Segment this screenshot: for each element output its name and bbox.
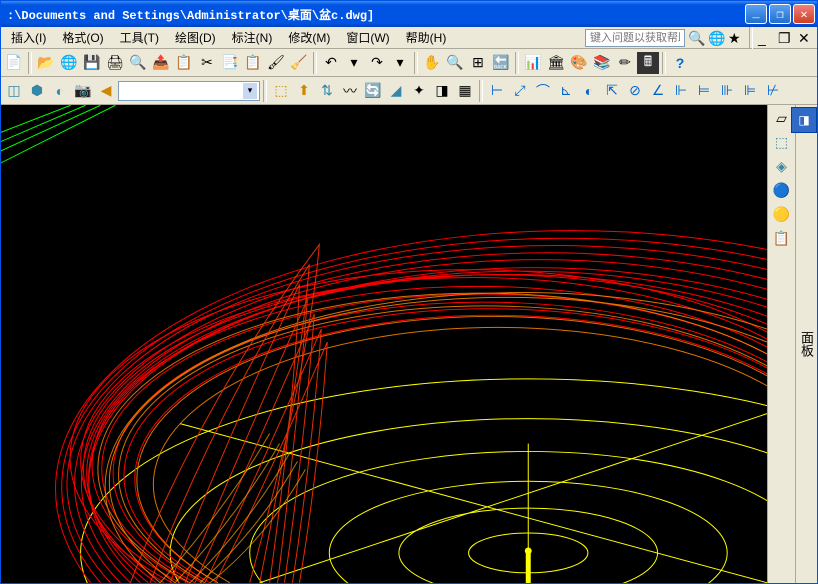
help-search-area: 🔍 🌐 ★ _ ❐ ✕ — [585, 27, 815, 49]
print-icon[interactable]: 🖨 — [104, 52, 126, 74]
dim-linear-icon[interactable]: ⊢ — [486, 80, 508, 102]
save-icon[interactable]: 💾 — [81, 52, 103, 74]
dim-aligned-icon[interactable]: ⤢ — [509, 80, 531, 102]
visual-styles-toolbar: ▱ ⬚ ◈ 🔵 🟡 📋 — [767, 105, 795, 583]
sheet-set-icon[interactable]: 📚 — [591, 52, 613, 74]
help-search-input[interactable] — [585, 29, 685, 47]
cut-icon[interactable]: ✂ — [196, 52, 218, 74]
dim-jogged-icon[interactable]: ⇱ — [601, 80, 623, 102]
dim-space-icon[interactable]: ⊫ — [739, 80, 761, 102]
window-buttons: _ ❐ ✕ — [745, 4, 815, 24]
polysolid-icon[interactable]: ⬢ — [26, 80, 48, 102]
drawing-svg — [1, 105, 767, 583]
3d-extrude-icon[interactable]: ⬆ — [293, 80, 315, 102]
publish-icon[interactable]: 📤 — [150, 52, 172, 74]
comm-center-icon[interactable]: 🌐 — [707, 29, 725, 47]
menu-modify[interactable]: 修改(M) — [280, 27, 338, 48]
open-icon[interactable]: 📂 — [35, 52, 57, 74]
undo-list-icon[interactable]: ▾ — [343, 52, 365, 74]
panel-label: 面板 — [797, 331, 816, 357]
markup-icon[interactable]: ✏ — [614, 52, 636, 74]
dashboard-toggle-icon[interactable]: ◨ — [791, 107, 817, 133]
preview-icon[interactable]: 🔍 — [127, 52, 149, 74]
sphere3d-icon[interactable]: ◐ — [49, 80, 71, 102]
3d-sweep-icon[interactable]: 〰 — [339, 80, 361, 102]
toolbar-standard: 📄 📂 🌐 💾 🖨 🔍 📤 📋 ✂ 📑 📋 🖌 🧹 ↶ ▾ ↷ ▾ ✋ 🔍 ⊞ … — [1, 49, 817, 77]
paste-icon[interactable]: 📋 — [242, 52, 264, 74]
inner-min-icon[interactable]: _ — [757, 29, 775, 47]
pan-icon[interactable]: ✋ — [421, 52, 443, 74]
flatshot-icon[interactable]: ▦ — [454, 80, 476, 102]
3d-loft-icon[interactable]: ◢ — [385, 80, 407, 102]
tool-palette-icon[interactable]: 🎨 — [568, 52, 590, 74]
dim-continue-icon[interactable]: ⊪ — [716, 80, 738, 102]
close-button[interactable]: ✕ — [793, 4, 815, 24]
block-editor-icon[interactable]: 🧹 — [288, 52, 310, 74]
camera-icon[interactable]: 📷 — [72, 80, 94, 102]
dim-arc-icon[interactable]: ⌒ — [532, 80, 554, 102]
menu-help[interactable]: 帮助(H) — [398, 27, 455, 48]
properties-icon[interactable]: 📊 — [522, 52, 544, 74]
section-plane-icon[interactable]: ◨ — [431, 80, 453, 102]
ucs-icon[interactable]: ✦ — [408, 80, 430, 102]
dim-diameter-icon[interactable]: ⊘ — [624, 80, 646, 102]
menu-insert[interactable]: 插入(I) — [3, 27, 54, 48]
restore-button[interactable]: ❐ — [769, 4, 791, 24]
menu-dimension[interactable]: 标注(N) — [224, 27, 281, 48]
3d-revolve-icon[interactable]: 🔄 — [362, 80, 384, 102]
app-window: :\Documents and Settings\Administrator\桌… — [0, 0, 818, 584]
favorites-icon[interactable]: ★ — [727, 29, 745, 47]
minimize-button[interactable]: _ — [745, 4, 767, 24]
redo-icon[interactable]: ↷ — [366, 52, 388, 74]
2d-wireframe-icon[interactable]: ▱ — [771, 107, 793, 129]
menu-window[interactable]: 窗口(W) — [338, 27, 397, 48]
dim-baseline-icon[interactable]: ⊨ — [693, 80, 715, 102]
redo-list-icon[interactable]: ▾ — [389, 52, 411, 74]
3d-wireframe-icon[interactable]: ⬚ — [771, 131, 793, 153]
dim-angular-icon[interactable]: ∠ — [647, 80, 669, 102]
dim-quick-icon[interactable]: ⊩ — [670, 80, 692, 102]
main-area: ▱ ⬚ ◈ 🔵 🟡 📋 面板 ◨ — [1, 105, 817, 583]
realistic-icon[interactable]: 🔵 — [771, 179, 793, 201]
dim-break-icon[interactable]: ⊬ — [762, 80, 784, 102]
sep — [749, 27, 753, 49]
new-icon[interactable]: 📄 — [3, 52, 25, 74]
menu-format[interactable]: 格式(O) — [54, 27, 111, 48]
3d-box-icon[interactable]: ⬚ — [270, 80, 292, 102]
menubar: 插入(I) 格式(O) 工具(T) 绘图(D) 标注(N) 修改(M) 窗口(W… — [1, 27, 817, 49]
designcenter-icon[interactable]: 🏛 — [545, 52, 567, 74]
zoom-prev-icon[interactable]: 🔙 — [490, 52, 512, 74]
menu-draw[interactable]: 绘图(D) — [167, 27, 224, 48]
undo-icon[interactable]: ↶ — [320, 52, 342, 74]
inner-close-icon[interactable]: ✕ — [797, 29, 815, 47]
zoom-rt-icon[interactable]: 🔍 — [444, 52, 466, 74]
toolbar-3d-dim: ◫ ⬢ ◐ 📷 ◀ ▾ ⬚ ⬆ ⇅ 〰 🔄 ◢ ✦ ◨ ▦ ⊢ ⤢ ⌒ ⊾ ◐ … — [1, 77, 817, 105]
chevron-down-icon: ▾ — [243, 83, 257, 99]
dim-radius-icon[interactable]: ◐ — [578, 80, 600, 102]
inner-restore-icon[interactable]: ❐ — [777, 29, 795, 47]
dim-ordinate-icon[interactable]: ⊾ — [555, 80, 577, 102]
layer-combo[interactable]: ▾ — [118, 81, 260, 101]
layer-prev-icon[interactable]: ◀ — [95, 80, 117, 102]
plot-icon[interactable]: 📋 — [173, 52, 195, 74]
manage-styles-icon[interactable]: 📋 — [771, 227, 793, 249]
titlebar-path: :\Documents and Settings\Administrator\桌… — [3, 6, 745, 23]
search-icon[interactable]: 🔍 — [687, 29, 705, 47]
conceptual-icon[interactable]: 🟡 — [771, 203, 793, 225]
open-web-icon[interactable]: 🌐 — [58, 52, 80, 74]
drawing-canvas[interactable] — [1, 105, 767, 583]
copy-icon[interactable]: 📑 — [219, 52, 241, 74]
box3d-icon[interactable]: ◫ — [3, 80, 25, 102]
menu-tools[interactable]: 工具(T) — [112, 27, 167, 48]
help-icon[interactable]: ? — [669, 52, 691, 74]
3d-hidden-icon[interactable]: ◈ — [771, 155, 793, 177]
quickcalc-icon[interactable]: 🖩 — [637, 52, 659, 74]
dashboard-panel-tab[interactable]: 面板 — [795, 105, 817, 583]
3d-presspull-icon[interactable]: ⇅ — [316, 80, 338, 102]
match-prop-icon[interactable]: 🖌 — [265, 52, 287, 74]
titlebar: :\Documents and Settings\Administrator\桌… — [1, 1, 817, 27]
zoom-win-icon[interactable]: ⊞ — [467, 52, 489, 74]
